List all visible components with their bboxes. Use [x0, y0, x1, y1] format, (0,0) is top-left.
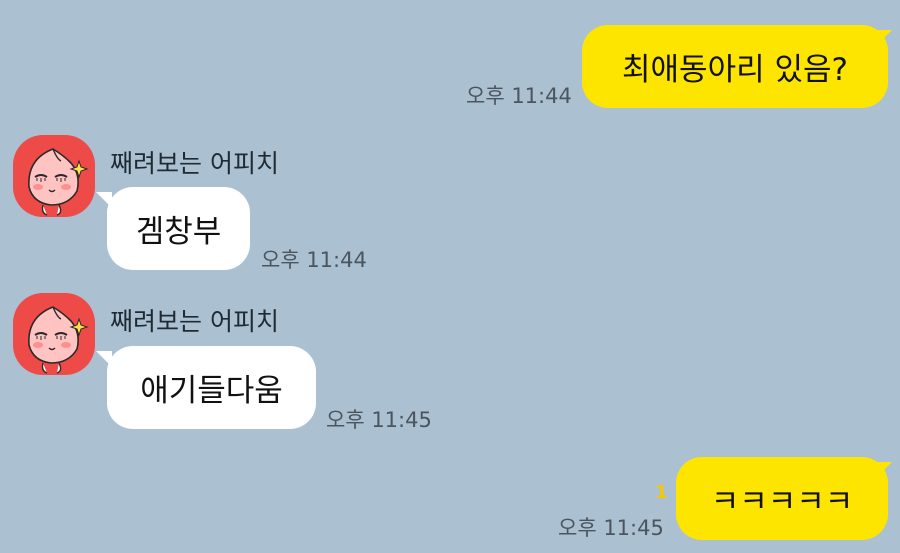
message-bubble[interactable]: 최애동아리 있음?: [582, 25, 888, 108]
message-timestamp: 오후 11:44: [261, 248, 367, 272]
apeach-glare-icon: [28, 306, 89, 374]
message-text: ㅋㅋㅋㅋㅋ: [710, 484, 854, 520]
message-text: 최애동아리 있음?: [622, 52, 848, 88]
sender-name: 째려보는 어피치: [110, 149, 279, 178]
bubble-tail: [96, 192, 112, 208]
message-text: 애기들다움: [140, 373, 283, 409]
message-timestamp: 오후 11:45: [558, 516, 664, 540]
message-bubble[interactable]: 겜창부: [107, 187, 250, 270]
message-row-theirs: 째려보는 어피치 애기들다움 오후 11:45: [0, 288, 900, 438]
avatar[interactable]: [13, 135, 95, 217]
bubble-tail: [876, 462, 892, 478]
message-row-mine: 최애동아리 있음? 오후 11:44: [0, 0, 900, 120]
message-timestamp: 오후 11:45: [326, 408, 432, 432]
message-text: 겜창부: [135, 214, 222, 250]
bubble-tail: [876, 30, 892, 46]
message-row-mine: ㅋㅋㅋㅋㅋ 1 오후 11:45: [0, 450, 900, 553]
apeach-glare-icon: [28, 148, 89, 216]
message-timestamp: 오후 11:44: [466, 84, 572, 108]
message-row-theirs: 째려보는 어피치 겜창부 오후 11:44: [0, 130, 900, 280]
avatar[interactable]: [13, 293, 95, 375]
message-bubble[interactable]: ㅋㅋㅋㅋㅋ: [676, 457, 888, 540]
unread-count-badge: 1: [655, 482, 668, 503]
bubble-tail: [96, 351, 112, 367]
message-bubble[interactable]: 애기들다움: [107, 346, 316, 429]
sender-name: 째려보는 어피치: [110, 307, 279, 336]
